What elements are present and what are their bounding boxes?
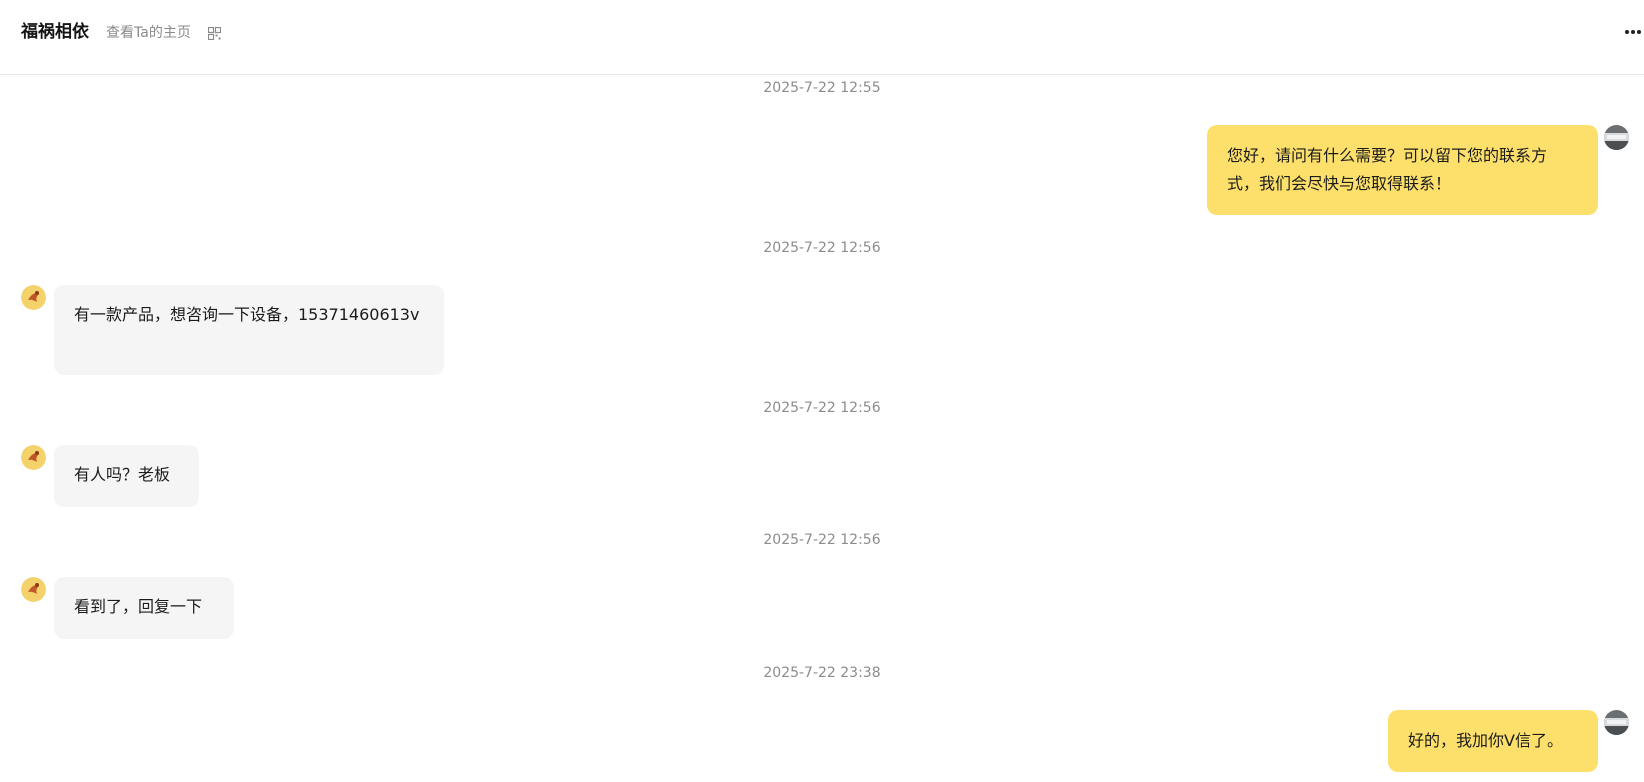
contact-avatar[interactable]	[21, 285, 46, 310]
outgoing-message-bubble: 您好，请问有什么需要？可以留下您的联系方式，我们会尽快与您取得联系！	[1207, 125, 1598, 215]
outgoing-message-bubble: 好的，我加你V信了。	[1388, 710, 1598, 772]
incoming-message-bubble: 有一款产品，想咨询一下设备，15371460613v	[54, 285, 444, 375]
contact-name: 福祸相依	[21, 22, 89, 42]
contact-avatar[interactable]	[21, 577, 46, 602]
contact-avatar[interactable]	[21, 445, 46, 470]
more-options-icon[interactable]	[1624, 24, 1642, 40]
incoming-message-bubble: 有人吗？老板	[54, 445, 199, 507]
message-timestamp: 2025-7-22 12:56	[763, 400, 881, 416]
qrcode-icon[interactable]	[208, 27, 221, 40]
view-homepage-link[interactable]: 查看Ta的主页	[106, 22, 191, 44]
message-timestamp: 2025-7-22 23:38	[763, 665, 881, 681]
chat-header: 福祸相依 查看Ta的主页	[0, 0, 1644, 75]
message-list[interactable]: 2025-7-22 12:55 您好，请问有什么需要？可以留下您的联系方式，我们…	[0, 75, 1644, 782]
message-timestamp: 2025-7-22 12:56	[763, 240, 881, 256]
message-timestamp: 2025-7-22 12:55	[763, 80, 881, 96]
incoming-message-bubble: 看到了，回复一下	[54, 577, 234, 639]
message-timestamp: 2025-7-22 12:56	[763, 532, 881, 548]
my-avatar[interactable]	[1604, 125, 1629, 150]
my-avatar[interactable]	[1604, 710, 1629, 735]
